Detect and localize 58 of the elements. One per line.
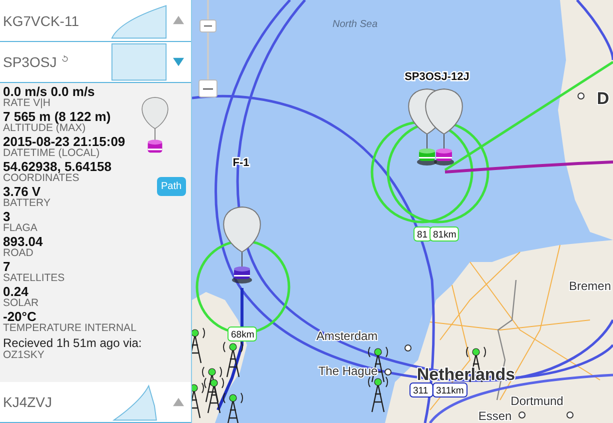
city-dot-icon xyxy=(384,368,392,376)
telemetry-value: 893.04 xyxy=(3,236,43,248)
telemetry-label: DATETIME (LOCAL) xyxy=(3,148,100,159)
balloon-label: SP3OSJ-12J xyxy=(404,71,470,83)
distance-label: 311 xyxy=(410,382,434,398)
receiver-callsign: OZ1SKY xyxy=(3,350,44,361)
telemetry-value: 3.76 V xyxy=(3,186,41,198)
balloon-list-item[interactable]: SP3OSJ xyxy=(0,42,191,83)
city-label: Essen xyxy=(478,409,512,423)
balloon-marker[interactable] xyxy=(223,206,261,284)
city-label: Bremen xyxy=(568,279,612,293)
telemetry-label: ROAD xyxy=(3,248,34,259)
radio-tower-icon[interactable] xyxy=(192,382,204,419)
telemetry-label: SOLAR xyxy=(3,298,39,309)
callsign-label: KG7VCK-11 xyxy=(3,12,79,28)
country-label: D xyxy=(596,89,610,108)
balloon-list-item[interactable]: KJ4ZVJ xyxy=(0,382,191,423)
city-dot-icon xyxy=(578,92,584,100)
zoom-out-button[interactable] xyxy=(198,80,218,98)
telemetry-value: 3 xyxy=(3,211,10,223)
balloon-list-item[interactable]: KG7VCK-11 xyxy=(0,0,191,42)
telemetry-label: SATELLITES xyxy=(3,273,65,284)
telemetry-value: 54.62938, 5.64158 xyxy=(3,161,112,173)
telemetry-label: FLAGA xyxy=(3,223,38,234)
distance-label: 81km xyxy=(430,226,459,242)
callsign-label: KJ4ZVJ xyxy=(3,394,52,410)
zoom-slider-handle[interactable] xyxy=(200,20,216,32)
telemetry-value: -20°C xyxy=(3,311,36,323)
telemetry-value: 0.0 m/s 0.0 m/s xyxy=(3,86,95,98)
balloon-marker[interactable] xyxy=(425,88,463,166)
telemetry-value: 2015-08-23 21:15:09 xyxy=(3,136,126,148)
radio-tower-icon[interactable] xyxy=(222,342,244,378)
radio-tower-icon[interactable] xyxy=(192,328,206,364)
telemetry-value: 0.24 xyxy=(3,286,28,298)
telemetry-label: COORDINATES xyxy=(3,173,80,184)
city-dot-icon xyxy=(404,344,412,352)
received-text: Recieved 1h 51m ago via: xyxy=(3,337,142,350)
sea-label: North Sea xyxy=(332,19,378,30)
telemetry-label: RATE V|H xyxy=(3,98,50,109)
balloon-label: F-1 xyxy=(232,157,250,169)
radio-tower-icon[interactable] xyxy=(204,378,224,414)
city-dot-icon xyxy=(566,412,574,418)
radio-tower-icon[interactable] xyxy=(368,376,388,413)
collapse-icon[interactable] xyxy=(172,56,185,67)
distance-label: 311km xyxy=(432,382,468,398)
altitude-sparkline xyxy=(110,42,168,82)
distance-label: 81 xyxy=(414,226,432,242)
distance-label: 68km xyxy=(228,326,257,342)
radio-tower-icon[interactable] xyxy=(222,392,244,423)
telemetry-label: BATTERY xyxy=(3,198,50,209)
city-label: Dortmund xyxy=(510,394,564,408)
city-dot-icon xyxy=(518,412,526,418)
callsign-label: SP3OSJ xyxy=(3,54,57,70)
telemetry-value: 7 xyxy=(3,261,10,273)
telemetry-value: 7 565 m (8 122 m) xyxy=(3,111,111,123)
telemetry-label: ALTITUDE (MAX) xyxy=(3,123,86,134)
radio-tower-icon[interactable] xyxy=(202,366,222,403)
telemetry-label: TEMPERATURE INTERNAL xyxy=(3,323,136,334)
